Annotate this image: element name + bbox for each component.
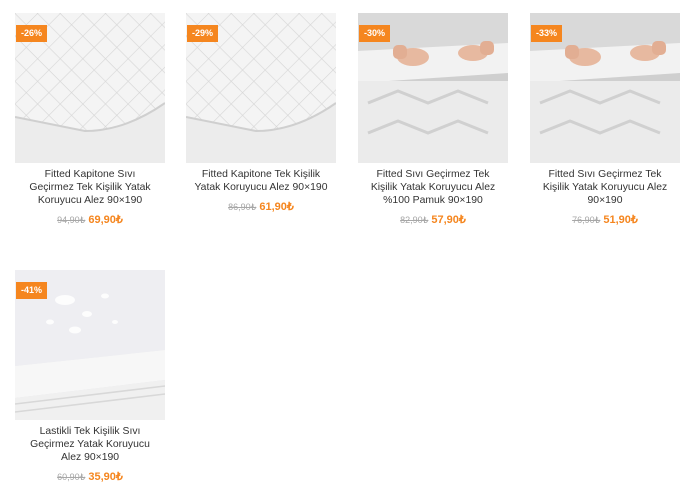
new-price: 61,90₺ <box>259 201 294 213</box>
discount-badge: -33% <box>531 25 563 42</box>
product-image-fitting[interactable]: -30% <box>358 13 508 163</box>
price-row: 76,90₺ 51,90₺ <box>530 210 680 228</box>
product-card[interactable]: -30% Fitted Sıvı Geçirmez Tek Kişilik Ya… <box>358 13 508 228</box>
discount-badge: -26% <box>16 25 48 42</box>
product-title[interactable]: Fitted Kapitone Tek Kişilik Yatak Koruyu… <box>186 168 336 194</box>
price-row: 60,90₺ 35,90₺ <box>15 467 165 485</box>
old-price: 86,90₺ <box>228 202 257 212</box>
old-price: 76,90₺ <box>572 215 601 225</box>
price-row: 94,90₺ 69,90₺ <box>15 210 165 228</box>
old-price: 82,90₺ <box>400 215 429 225</box>
discount-badge: -41% <box>16 282 48 299</box>
product-card[interactable]: -26% Fitted Kapitone Sıvı Geçirmez Tek K… <box>15 13 165 228</box>
product-title[interactable]: Fitted Sıvı Geçirmez Tek Kişilik Yatak K… <box>358 168 508 207</box>
product-title[interactable]: Fitted Kapitone Sıvı Geçirmez Tek Kişili… <box>15 168 165 207</box>
price-row: 82,90₺ 57,90₺ <box>358 210 508 228</box>
price-row: 86,90₺ 61,90₺ <box>186 197 336 215</box>
product-title[interactable]: Fitted Sıvı Geçirmez Tek Kişilik Yatak K… <box>530 168 680 207</box>
new-price: 51,90₺ <box>603 214 638 226</box>
product-image-waterproof[interactable]: -41% <box>15 270 165 420</box>
new-price: 57,90₺ <box>431 214 466 226</box>
product-image-quilted[interactable]: -26% <box>15 13 165 163</box>
old-price: 60,90₺ <box>57 472 86 482</box>
discount-badge: -30% <box>359 25 391 42</box>
new-price: 35,90₺ <box>88 471 123 483</box>
old-price: 94,90₺ <box>57 215 86 225</box>
discount-badge: -29% <box>187 25 219 42</box>
product-image-quilted[interactable]: -29% <box>186 13 336 163</box>
new-price: 69,90₺ <box>88 214 123 226</box>
product-card[interactable]: -33% Fitted Sıvı Geçirmez Tek Kişilik Ya… <box>530 13 680 228</box>
product-image-fitting[interactable]: -33% <box>530 13 680 163</box>
product-card[interactable]: -29% Fitted Kapitone Tek Kişilik Yatak K… <box>186 13 336 215</box>
product-title[interactable]: Lastikli Tek Kişilik Sıvı Geçirmez Yatak… <box>15 425 165 464</box>
product-card[interactable]: -41% Lastikli Tek Kişilik Sıvı Geçirmez … <box>15 270 165 485</box>
